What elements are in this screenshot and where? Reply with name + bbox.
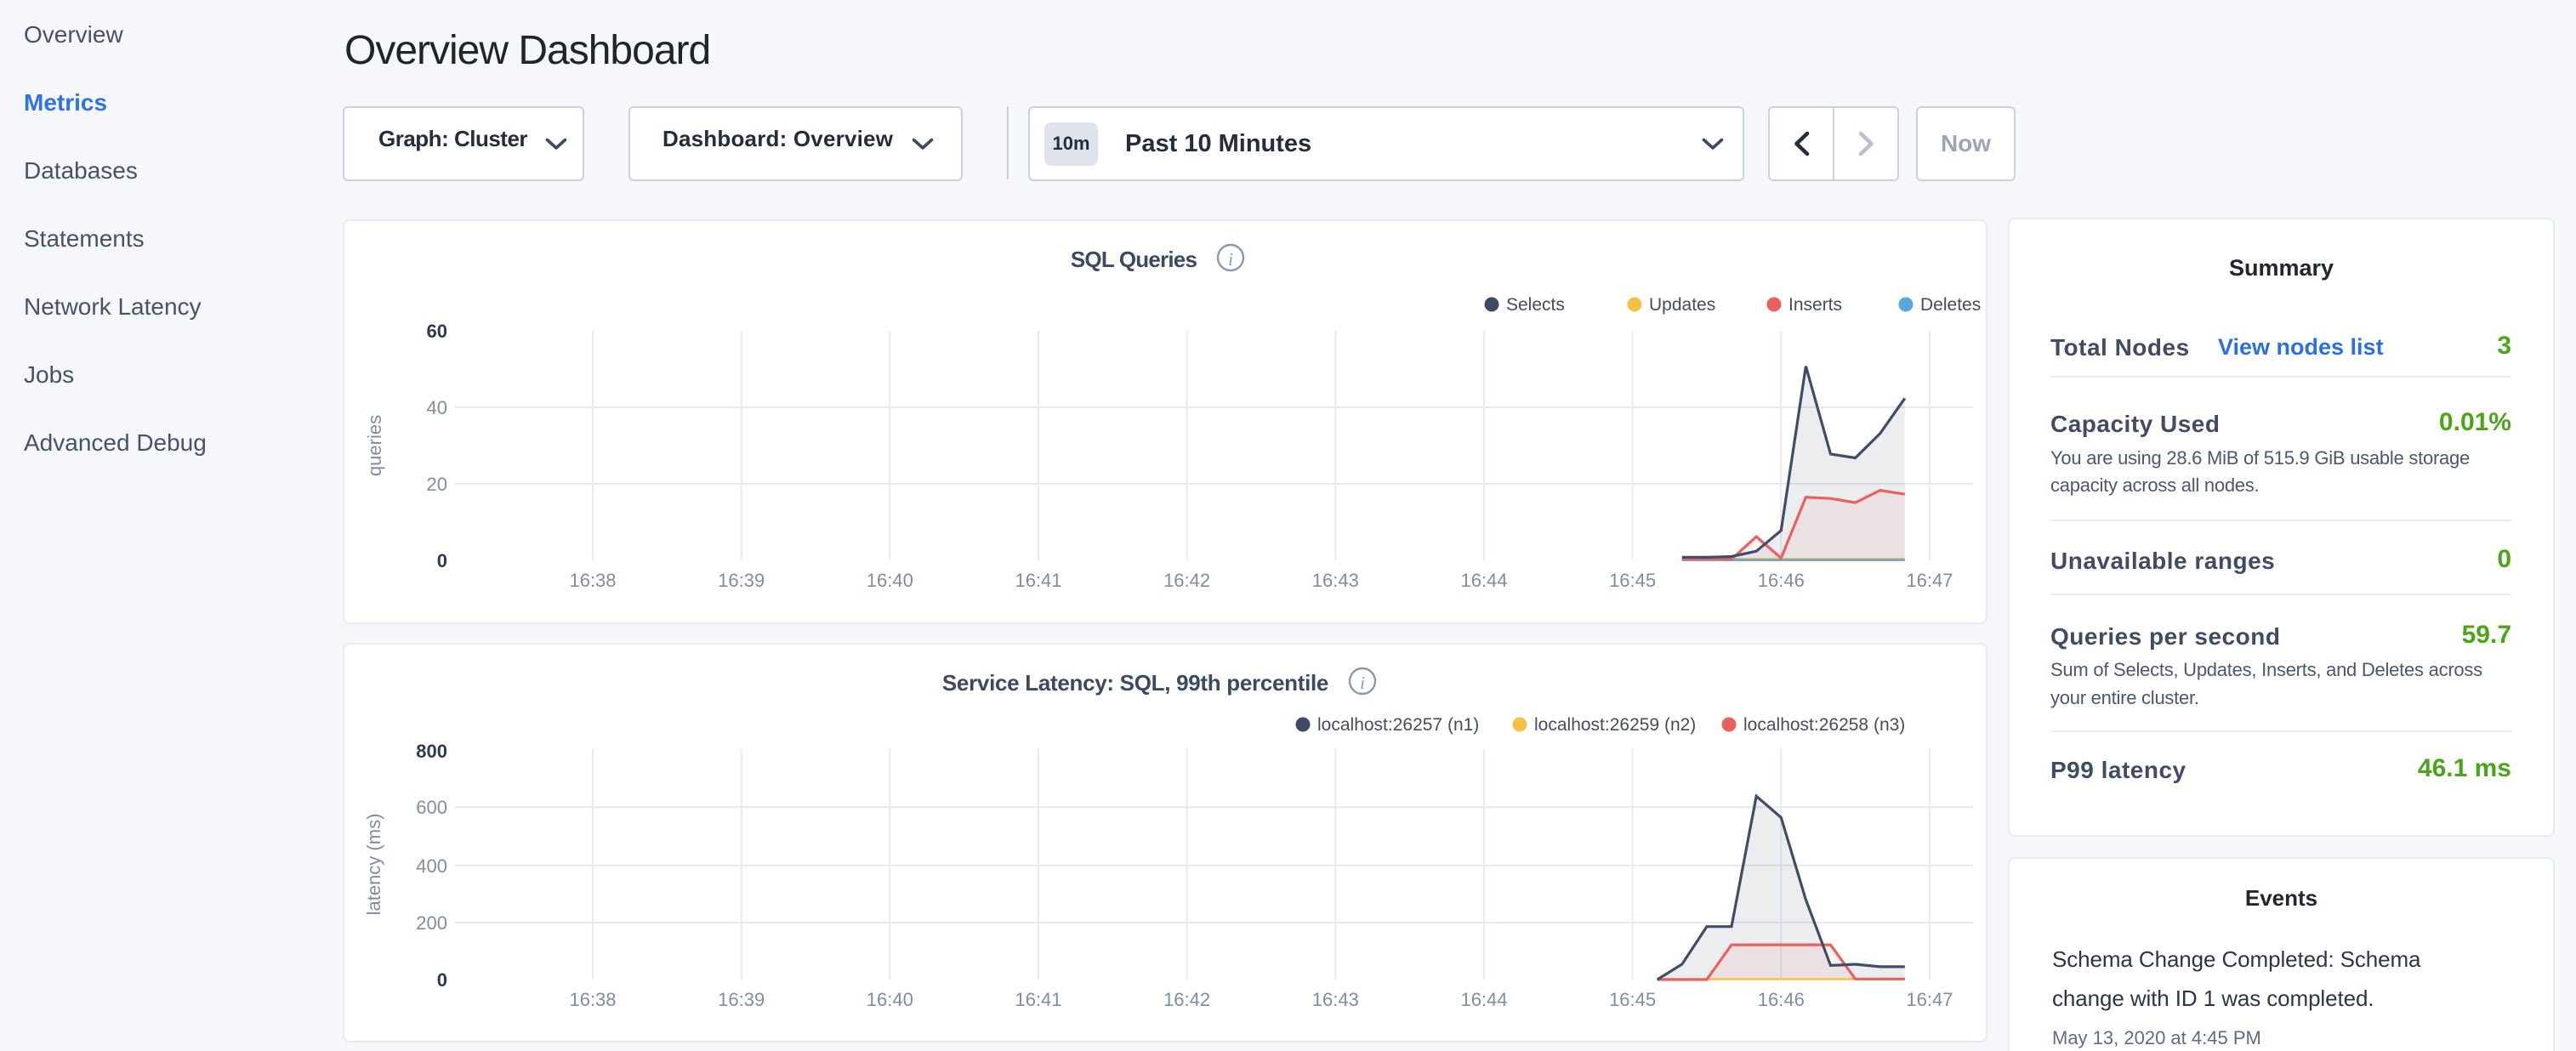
svg-text:16:38: 16:38 <box>569 570 616 591</box>
svg-text:0: 0 <box>437 969 447 991</box>
svg-text:16:43: 16:43 <box>1312 989 1359 1010</box>
svg-text:16:42: 16:42 <box>1163 570 1210 591</box>
svg-text:16:42: 16:42 <box>1163 989 1210 1010</box>
svg-text:16:43: 16:43 <box>1312 570 1359 591</box>
svg-text:16:40: 16:40 <box>867 570 913 591</box>
svg-text:Updates: Updates <box>1649 295 1715 315</box>
svg-text:16:41: 16:41 <box>1015 989 1061 1010</box>
svg-text:i: i <box>1228 249 1233 270</box>
svg-text:16:45: 16:45 <box>1609 989 1656 1010</box>
svg-text:600: 600 <box>416 797 447 818</box>
svg-text:16:46: 16:46 <box>1758 570 1805 591</box>
svg-text:16:41: 16:41 <box>1015 570 1061 591</box>
svg-text:latency (ms): latency (ms) <box>363 814 384 916</box>
svg-text:localhost:26258 (n3): localhost:26258 (n3) <box>1743 715 1905 735</box>
svg-text:16:47: 16:47 <box>1906 989 1953 1010</box>
svg-text:Selects: Selects <box>1506 295 1565 315</box>
svg-text:localhost:26259 (n2): localhost:26259 (n2) <box>1534 715 1696 735</box>
svg-text:Inserts: Inserts <box>1788 295 1842 315</box>
svg-text:16:38: 16:38 <box>569 989 616 1010</box>
svg-text:localhost:26257 (n1): localhost:26257 (n1) <box>1317 715 1479 735</box>
svg-text:200: 200 <box>416 912 447 934</box>
svg-text:40: 40 <box>427 397 447 418</box>
svg-text:SQL Queries: SQL Queries <box>1071 247 1197 272</box>
svg-text:16:39: 16:39 <box>718 570 765 591</box>
svg-text:16:39: 16:39 <box>718 989 765 1010</box>
svg-text:Deletes: Deletes <box>1920 295 1981 315</box>
svg-text:i: i <box>1360 673 1365 693</box>
svg-text:16:44: 16:44 <box>1460 989 1507 1010</box>
svg-text:queries: queries <box>364 415 385 476</box>
svg-text:400: 400 <box>416 855 447 877</box>
svg-text:16:45: 16:45 <box>1609 570 1656 591</box>
svg-text:800: 800 <box>416 741 447 762</box>
svg-text:0: 0 <box>437 550 447 571</box>
svg-text:60: 60 <box>427 321 447 342</box>
svg-text:16:47: 16:47 <box>1906 570 1953 591</box>
svg-text:Service Latency: SQL, 99th per: Service Latency: SQL, 99th percentile <box>942 670 1328 696</box>
svg-text:20: 20 <box>427 474 447 495</box>
svg-text:16:40: 16:40 <box>867 989 913 1010</box>
svg-text:16:46: 16:46 <box>1758 989 1805 1010</box>
svg-text:16:44: 16:44 <box>1460 570 1507 591</box>
